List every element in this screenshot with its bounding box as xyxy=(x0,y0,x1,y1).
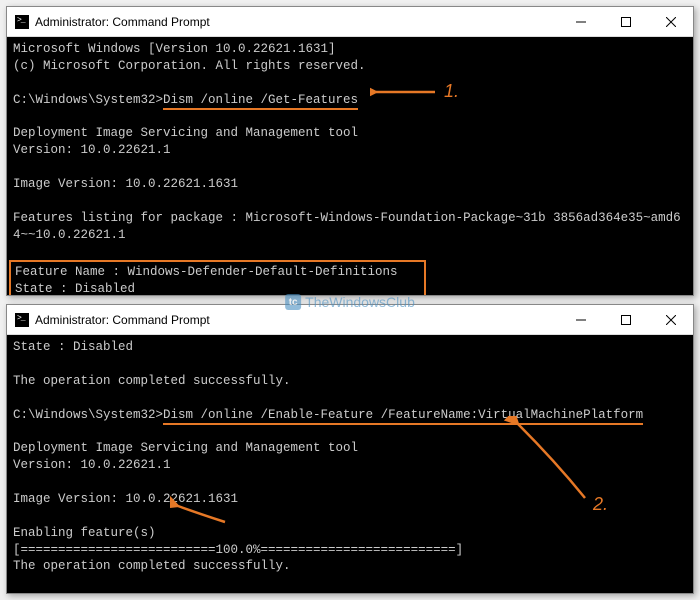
close-button[interactable] xyxy=(648,305,693,334)
cmd-icon xyxy=(15,313,29,327)
output-line: The operation completed successfully. xyxy=(13,374,291,388)
watermark: tc TheWindowsClub xyxy=(285,294,415,310)
feature-name-line: Feature Name : Windows-Defender-Default-… xyxy=(15,265,398,279)
cmd-window-2: Administrator: Command Prompt State : Di… xyxy=(6,304,694,594)
minimize-button[interactable] xyxy=(558,7,603,36)
watermark-text: TheWindowsClub xyxy=(305,294,415,310)
window-controls xyxy=(558,7,693,36)
window-controls xyxy=(558,305,693,334)
prompt-path: C:\Windows\System32> xyxy=(13,408,163,422)
terminal-output-1[interactable]: Microsoft Windows [Version 10.0.22621.16… xyxy=(7,37,693,295)
output-line: Image Version: 10.0.22621.1631 xyxy=(13,492,238,506)
output-line: Features listing for package : Microsoft… xyxy=(13,211,681,242)
close-button[interactable] xyxy=(648,7,693,36)
output-line: Image Version: 10.0.22621.1631 xyxy=(13,177,238,191)
window-title: Administrator: Command Prompt xyxy=(35,313,210,327)
output-line: Version: 10.0.22621.1 xyxy=(13,143,171,157)
output-line: Version: 10.0.22621.1 xyxy=(13,458,171,472)
prompt-path: C:\Windows\System32> xyxy=(13,93,163,107)
titlebar-left: Administrator: Command Prompt xyxy=(7,15,210,29)
output-line: Deployment Image Servicing and Managemen… xyxy=(13,441,358,455)
feature-highlight-box: Feature Name : Windows-Defender-Default-… xyxy=(9,260,426,295)
cmd-window-1: Administrator: Command Prompt Microsoft … xyxy=(6,6,694,296)
cmd-icon xyxy=(15,15,29,29)
output-line: Microsoft Windows [Version 10.0.22621.16… xyxy=(13,42,336,56)
output-line: (c) Microsoft Corporation. All rights re… xyxy=(13,59,366,73)
enabling-line: Enabling feature(s) xyxy=(13,526,156,540)
command-2: Dism /online /Enable-Feature /FeatureNam… xyxy=(163,408,643,425)
watermark-icon: tc xyxy=(285,294,301,310)
terminal-output-2[interactable]: State : Disabled The operation completed… xyxy=(7,335,693,593)
output-line: State : Disabled xyxy=(13,340,133,354)
titlebar-1[interactable]: Administrator: Command Prompt xyxy=(7,7,693,37)
output-line: Deployment Image Servicing and Managemen… xyxy=(13,126,358,140)
minimize-button[interactable] xyxy=(558,305,603,334)
titlebar-left: Administrator: Command Prompt xyxy=(7,313,210,327)
output-line: The operation completed successfully. xyxy=(13,559,291,573)
maximize-button[interactable] xyxy=(603,305,648,334)
command-1: Dism /online /Get-Features xyxy=(163,93,358,110)
maximize-button[interactable] xyxy=(603,7,648,36)
progress-bar: [==========================100.0%=======… xyxy=(13,543,463,557)
feature-state-line: State : Disabled xyxy=(15,282,135,295)
window-title: Administrator: Command Prompt xyxy=(35,15,210,29)
